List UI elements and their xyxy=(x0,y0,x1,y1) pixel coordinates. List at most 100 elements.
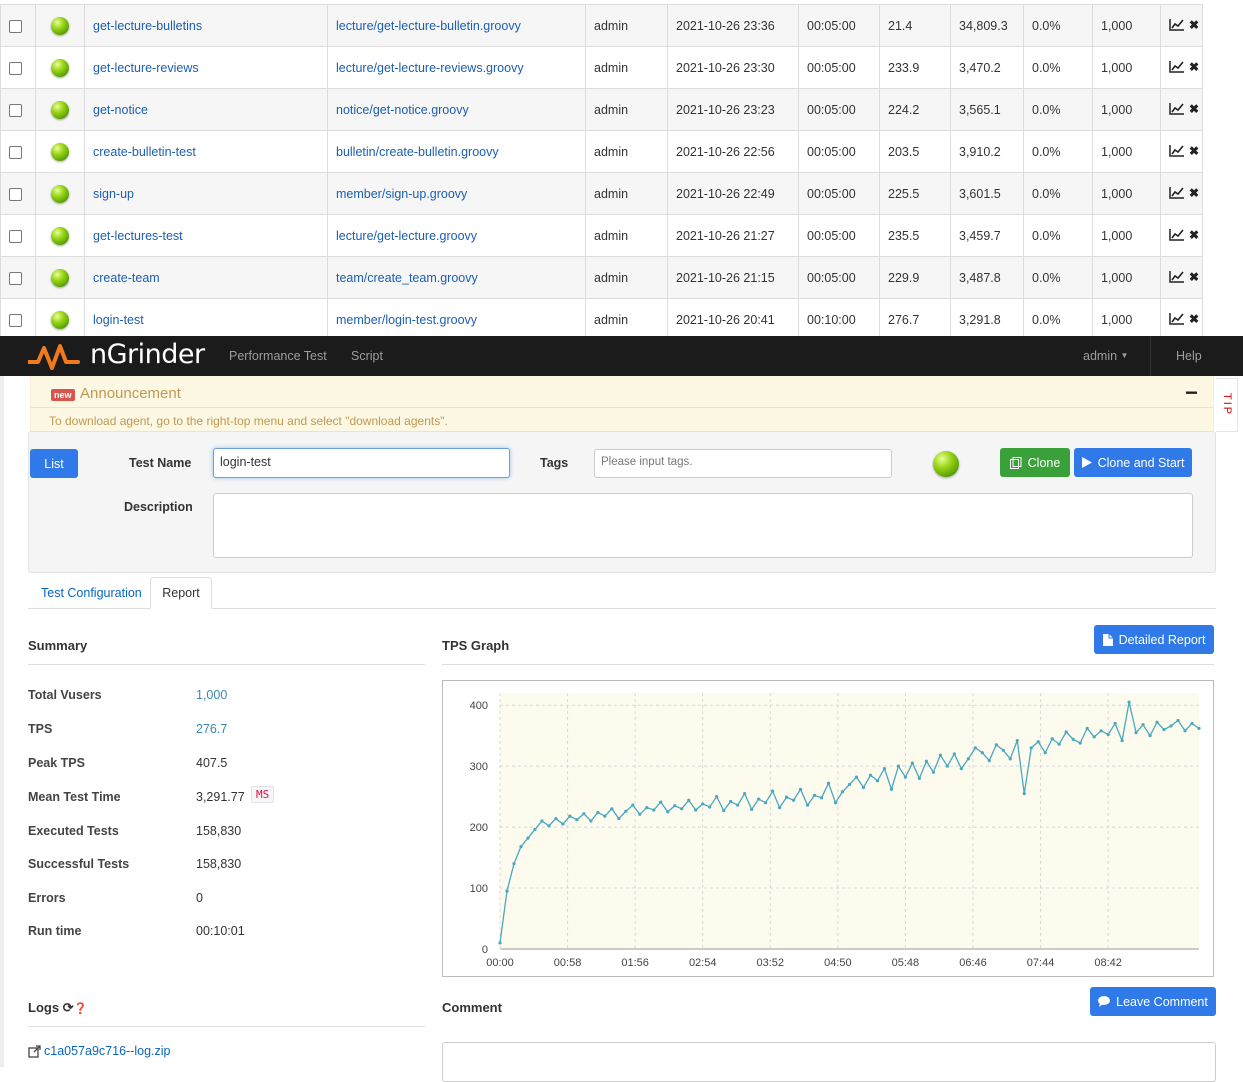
tip-tab[interactable]: TIP xyxy=(1216,378,1238,432)
tps-point xyxy=(722,809,726,813)
tps-point xyxy=(778,805,782,810)
row-checkbox[interactable] xyxy=(9,61,22,75)
tps-point xyxy=(1078,741,1082,745)
chart-trend-icon[interactable] xyxy=(1169,270,1184,283)
tps-point xyxy=(980,751,984,755)
script-cell: notice/get-notice.groovy xyxy=(327,88,586,131)
tps-point xyxy=(1050,737,1054,741)
test-name-link[interactable]: sign-up xyxy=(93,187,134,201)
row-checkbox[interactable] xyxy=(9,271,22,285)
list-button[interactable]: List xyxy=(30,449,78,478)
refresh-icon[interactable]: ⟳ xyxy=(63,1000,74,1015)
test-name-link[interactable]: create-team xyxy=(93,271,160,285)
start-time-cell: 2021-10-26 22:49 xyxy=(667,172,799,215)
test-name-link[interactable]: login-test xyxy=(93,313,144,327)
tps-point xyxy=(1099,729,1103,733)
delete-icon[interactable]: ✖ xyxy=(1189,312,1199,326)
tps-point xyxy=(861,785,866,790)
row-checkbox[interactable] xyxy=(9,145,22,159)
start-time-cell: 2021-10-26 20:41 xyxy=(667,298,799,341)
script-link[interactable]: bulletin/create-bulletin.groovy xyxy=(336,145,499,159)
delete-icon[interactable]: ✖ xyxy=(1189,228,1199,242)
script-link[interactable]: lecture/get-lecture-bulletin.groovy xyxy=(336,19,521,33)
row-checkbox[interactable] xyxy=(9,19,22,33)
delete-icon[interactable]: ✖ xyxy=(1189,186,1199,200)
tps-point xyxy=(973,746,977,750)
delete-icon[interactable]: ✖ xyxy=(1189,270,1199,284)
description-textarea[interactable] xyxy=(213,493,1193,558)
select-cell xyxy=(0,130,36,173)
collapse-button[interactable]: − xyxy=(1185,380,1198,406)
tps-point xyxy=(1057,742,1061,746)
clone-button[interactable]: Clone xyxy=(1000,448,1070,477)
script-link[interactable]: team/create_team.groovy xyxy=(336,271,478,285)
test-name-link[interactable]: get-lecture-bulletins xyxy=(93,19,202,33)
tps-point xyxy=(589,819,593,823)
tps-point xyxy=(826,781,831,785)
summary-title: Summary xyxy=(28,638,88,653)
mean-test-time-cell: 3,459.7 xyxy=(950,214,1024,257)
actions-cell: ✖ xyxy=(1160,130,1203,173)
test-name-link[interactable]: get-lecture-reviews xyxy=(93,61,199,75)
chart-trend-icon[interactable] xyxy=(1169,186,1184,199)
row-checkbox[interactable] xyxy=(9,187,22,201)
delete-icon[interactable]: ✖ xyxy=(1189,18,1199,32)
test-name-input[interactable]: login-test xyxy=(213,448,510,478)
vusers-cell: 1,000 xyxy=(1092,4,1161,47)
leave-comment-button[interactable]: Leave Comment xyxy=(1090,987,1216,1016)
log-file-link[interactable]: c1a057a9c716--log.zip xyxy=(28,1044,170,1058)
comment-textarea[interactable] xyxy=(442,1042,1216,1082)
test-row: create-bulletin-test bulletin/create-bull… xyxy=(0,130,1203,173)
status-ball-icon xyxy=(51,268,69,287)
y-tick-label: 200 xyxy=(470,822,488,834)
row-checkbox[interactable] xyxy=(9,229,22,243)
script-cell: member/sign-up.groovy xyxy=(327,172,586,215)
script-link[interactable]: member/sign-up.groovy xyxy=(336,187,467,201)
help-circle-icon[interactable]: ❓ xyxy=(74,1003,88,1015)
chart-trend-icon[interactable] xyxy=(1169,102,1184,115)
row-checkbox[interactable] xyxy=(9,103,22,117)
select-cell xyxy=(0,4,36,47)
tps-point xyxy=(729,799,733,804)
test-name-link[interactable]: get-notice xyxy=(93,103,148,117)
x-tick-label: 03:52 xyxy=(757,957,785,969)
chart-trend-icon[interactable] xyxy=(1169,60,1184,73)
tps-point xyxy=(1197,726,1201,730)
tps-point xyxy=(924,759,928,763)
test-name-link[interactable]: create-bulletin-test xyxy=(93,145,196,159)
vusers-cell: 1,000 xyxy=(1092,256,1161,299)
delete-icon[interactable]: ✖ xyxy=(1189,102,1199,116)
tab-report[interactable]: Report xyxy=(150,577,212,609)
user-menu[interactable]: admin ▼ xyxy=(1083,349,1128,363)
test-name-link[interactable]: get-lectures-test xyxy=(93,229,183,243)
brand-logo[interactable]: nGrinder xyxy=(28,339,205,370)
script-link[interactable]: lecture/get-lecture-reviews.groovy xyxy=(336,61,524,75)
tps-point xyxy=(694,808,698,812)
chart-trend-icon[interactable] xyxy=(1169,312,1184,325)
vusers-cell: 1,000 xyxy=(1092,88,1161,131)
detailed-report-button[interactable]: Detailed Report xyxy=(1094,625,1214,654)
chart-trend-icon[interactable] xyxy=(1169,18,1184,31)
nav-performance-test[interactable]: Performance Test xyxy=(229,349,327,363)
status-cell xyxy=(35,172,85,215)
clone-and-start-button[interactable]: Clone and Start xyxy=(1074,448,1192,477)
tps-point xyxy=(596,810,600,815)
chart-trend-icon[interactable] xyxy=(1169,144,1184,157)
nav-divider xyxy=(1150,336,1151,376)
description-label: Description xyxy=(124,500,193,514)
row-checkbox[interactable] xyxy=(9,313,22,327)
script-link[interactable]: lecture/get-lecture.groovy xyxy=(336,229,477,243)
tps-point xyxy=(882,766,887,771)
nav-script[interactable]: Script xyxy=(351,349,383,363)
y-tick-label: 400 xyxy=(470,700,488,712)
mean-test-time-cell: 3,565.1 xyxy=(950,88,1024,131)
delete-icon[interactable]: ✖ xyxy=(1189,60,1199,74)
test-name-cell: login-test xyxy=(84,298,328,341)
delete-icon[interactable]: ✖ xyxy=(1189,144,1199,158)
tab-test-configuration[interactable]: Test Configuration xyxy=(41,586,142,600)
nav-help[interactable]: Help xyxy=(1176,349,1202,363)
chart-trend-icon[interactable] xyxy=(1169,228,1184,241)
script-link[interactable]: notice/get-notice.groovy xyxy=(336,103,469,117)
tags-input[interactable]: Please input tags. xyxy=(594,449,892,478)
script-link[interactable]: member/login-test.groovy xyxy=(336,313,477,327)
